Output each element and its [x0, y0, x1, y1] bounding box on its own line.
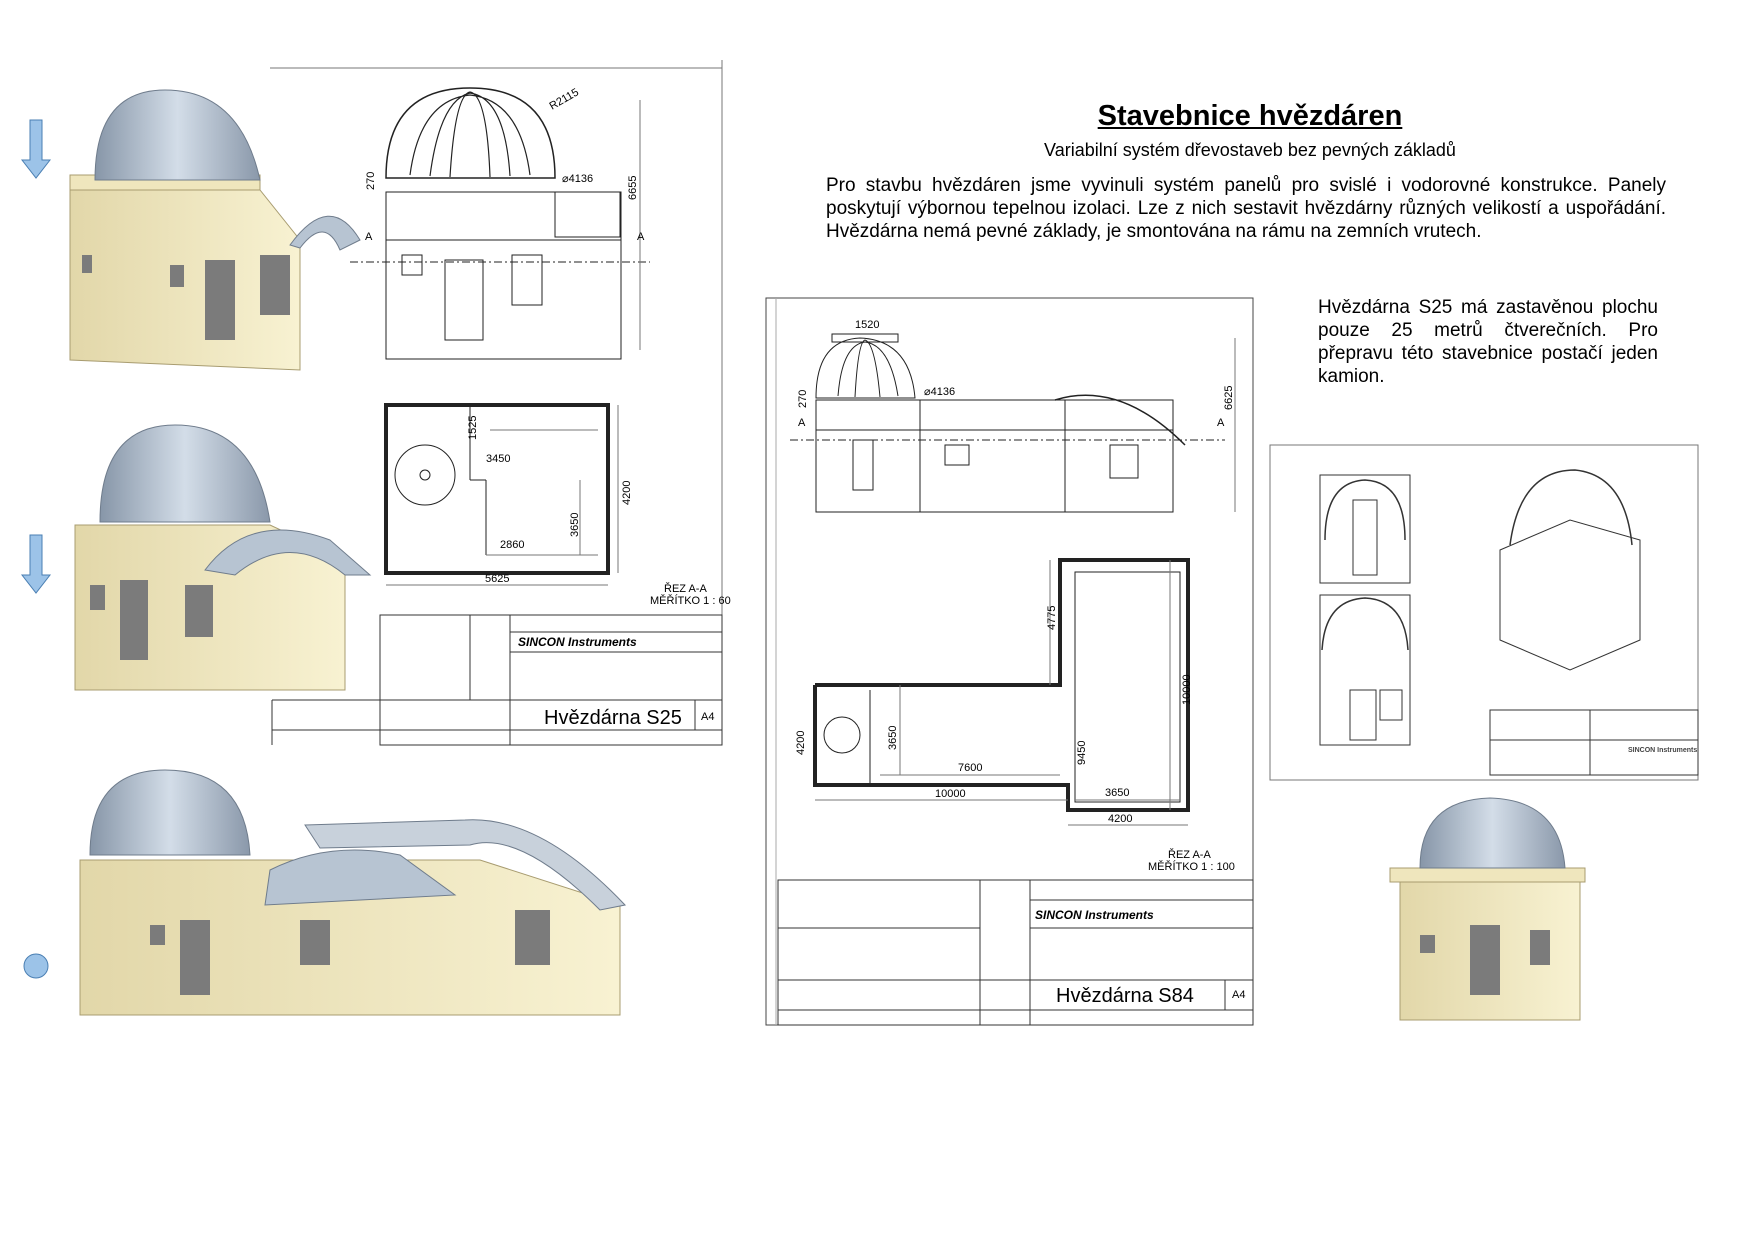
- render-s84: [79, 769, 626, 1016]
- svg-text:4200: 4200: [621, 481, 633, 505]
- render-s25-small: [1389, 797, 1586, 1021]
- svg-text:Hvězdárna S84: Hvězdárna S84: [1056, 985, 1194, 1007]
- svg-text:4200: 4200: [795, 731, 807, 755]
- svg-text:4775: 4775: [1046, 606, 1058, 630]
- svg-text:3650: 3650: [1105, 787, 1129, 799]
- svg-text:A: A: [365, 231, 373, 243]
- drawing-small-company: SINCON Instruments: [1628, 747, 1697, 754]
- svg-text:10000: 10000: [1181, 674, 1193, 705]
- render-s25-closed: [74, 424, 372, 691]
- svg-text:7600: 7600: [958, 762, 982, 774]
- svg-text:3650: 3650: [887, 726, 899, 750]
- page-title: Stavebnice hvězdáren: [1097, 100, 1403, 132]
- svg-text:3650: 3650: [569, 513, 581, 537]
- circle-bullet-icon: [23, 953, 49, 979]
- svg-text:5625: 5625: [485, 573, 509, 585]
- page-subtitle: Variabilní systém dřevostaveb bez pevnýc…: [1044, 140, 1456, 160]
- svg-text:SINCON Instruments: SINCON Instruments: [518, 635, 637, 649]
- down-arrow-icon: [20, 534, 52, 594]
- svg-text:⌀4136: ⌀4136: [924, 386, 955, 398]
- svg-text:6625: 6625: [1223, 386, 1235, 410]
- svg-text:MĚŘÍTKO 1 : 100: MĚŘÍTKO 1 : 100: [1148, 860, 1235, 873]
- intro-paragraph: Pro stavbu hvězdáren jsme vyvinuli systé…: [826, 175, 1666, 242]
- svg-text:SINCON Instruments: SINCON Instruments: [1035, 908, 1154, 922]
- svg-text:A: A: [798, 417, 806, 429]
- render-s25-open: [69, 89, 361, 371]
- svg-text:270: 270: [365, 172, 377, 190]
- svg-text:9450: 9450: [1076, 741, 1088, 765]
- svg-text:⌀4136: ⌀4136: [562, 173, 593, 185]
- drawing-s25-labels: R2115 ⌀4136 270 6655 A A 1525 3450 2860 …: [365, 86, 731, 729]
- drawing-s84-labels: 1520 ⌀4136 270 6625 A A 4775 10000 4200 …: [795, 319, 1245, 1007]
- down-arrow-icon: [20, 119, 52, 179]
- s25-description: Hvězdárna S25 má zastavěnou plochu pouze…: [1318, 297, 1658, 387]
- svg-text:R2115: R2115: [548, 86, 581, 112]
- drawing-s84: [765, 297, 1254, 1026]
- svg-text:A4: A4: [701, 711, 714, 723]
- svg-text:6655: 6655: [627, 176, 639, 200]
- svg-text:MĚŘÍTKO 1 : 60: MĚŘÍTKO 1 : 60: [650, 594, 731, 607]
- svg-text:10000: 10000: [935, 788, 966, 800]
- svg-text:1520: 1520: [855, 319, 879, 331]
- svg-text:1525: 1525: [467, 416, 479, 440]
- svg-text:270: 270: [797, 390, 809, 408]
- svg-text:3450: 3450: [486, 453, 510, 465]
- svg-text:A4: A4: [1232, 989, 1245, 1001]
- svg-text:2860: 2860: [500, 539, 524, 551]
- svg-text:4200: 4200: [1108, 813, 1132, 825]
- svg-text:ŘEZ A-A: ŘEZ A-A: [664, 582, 707, 595]
- svg-text:Hvězdárna S25: Hvězdárna S25: [544, 707, 682, 729]
- svg-text:A: A: [637, 231, 645, 243]
- drawing-small-sheet: [1269, 444, 1699, 781]
- svg-text:ŘEZ A-A: ŘEZ A-A: [1168, 848, 1211, 861]
- svg-text:A: A: [1217, 417, 1225, 429]
